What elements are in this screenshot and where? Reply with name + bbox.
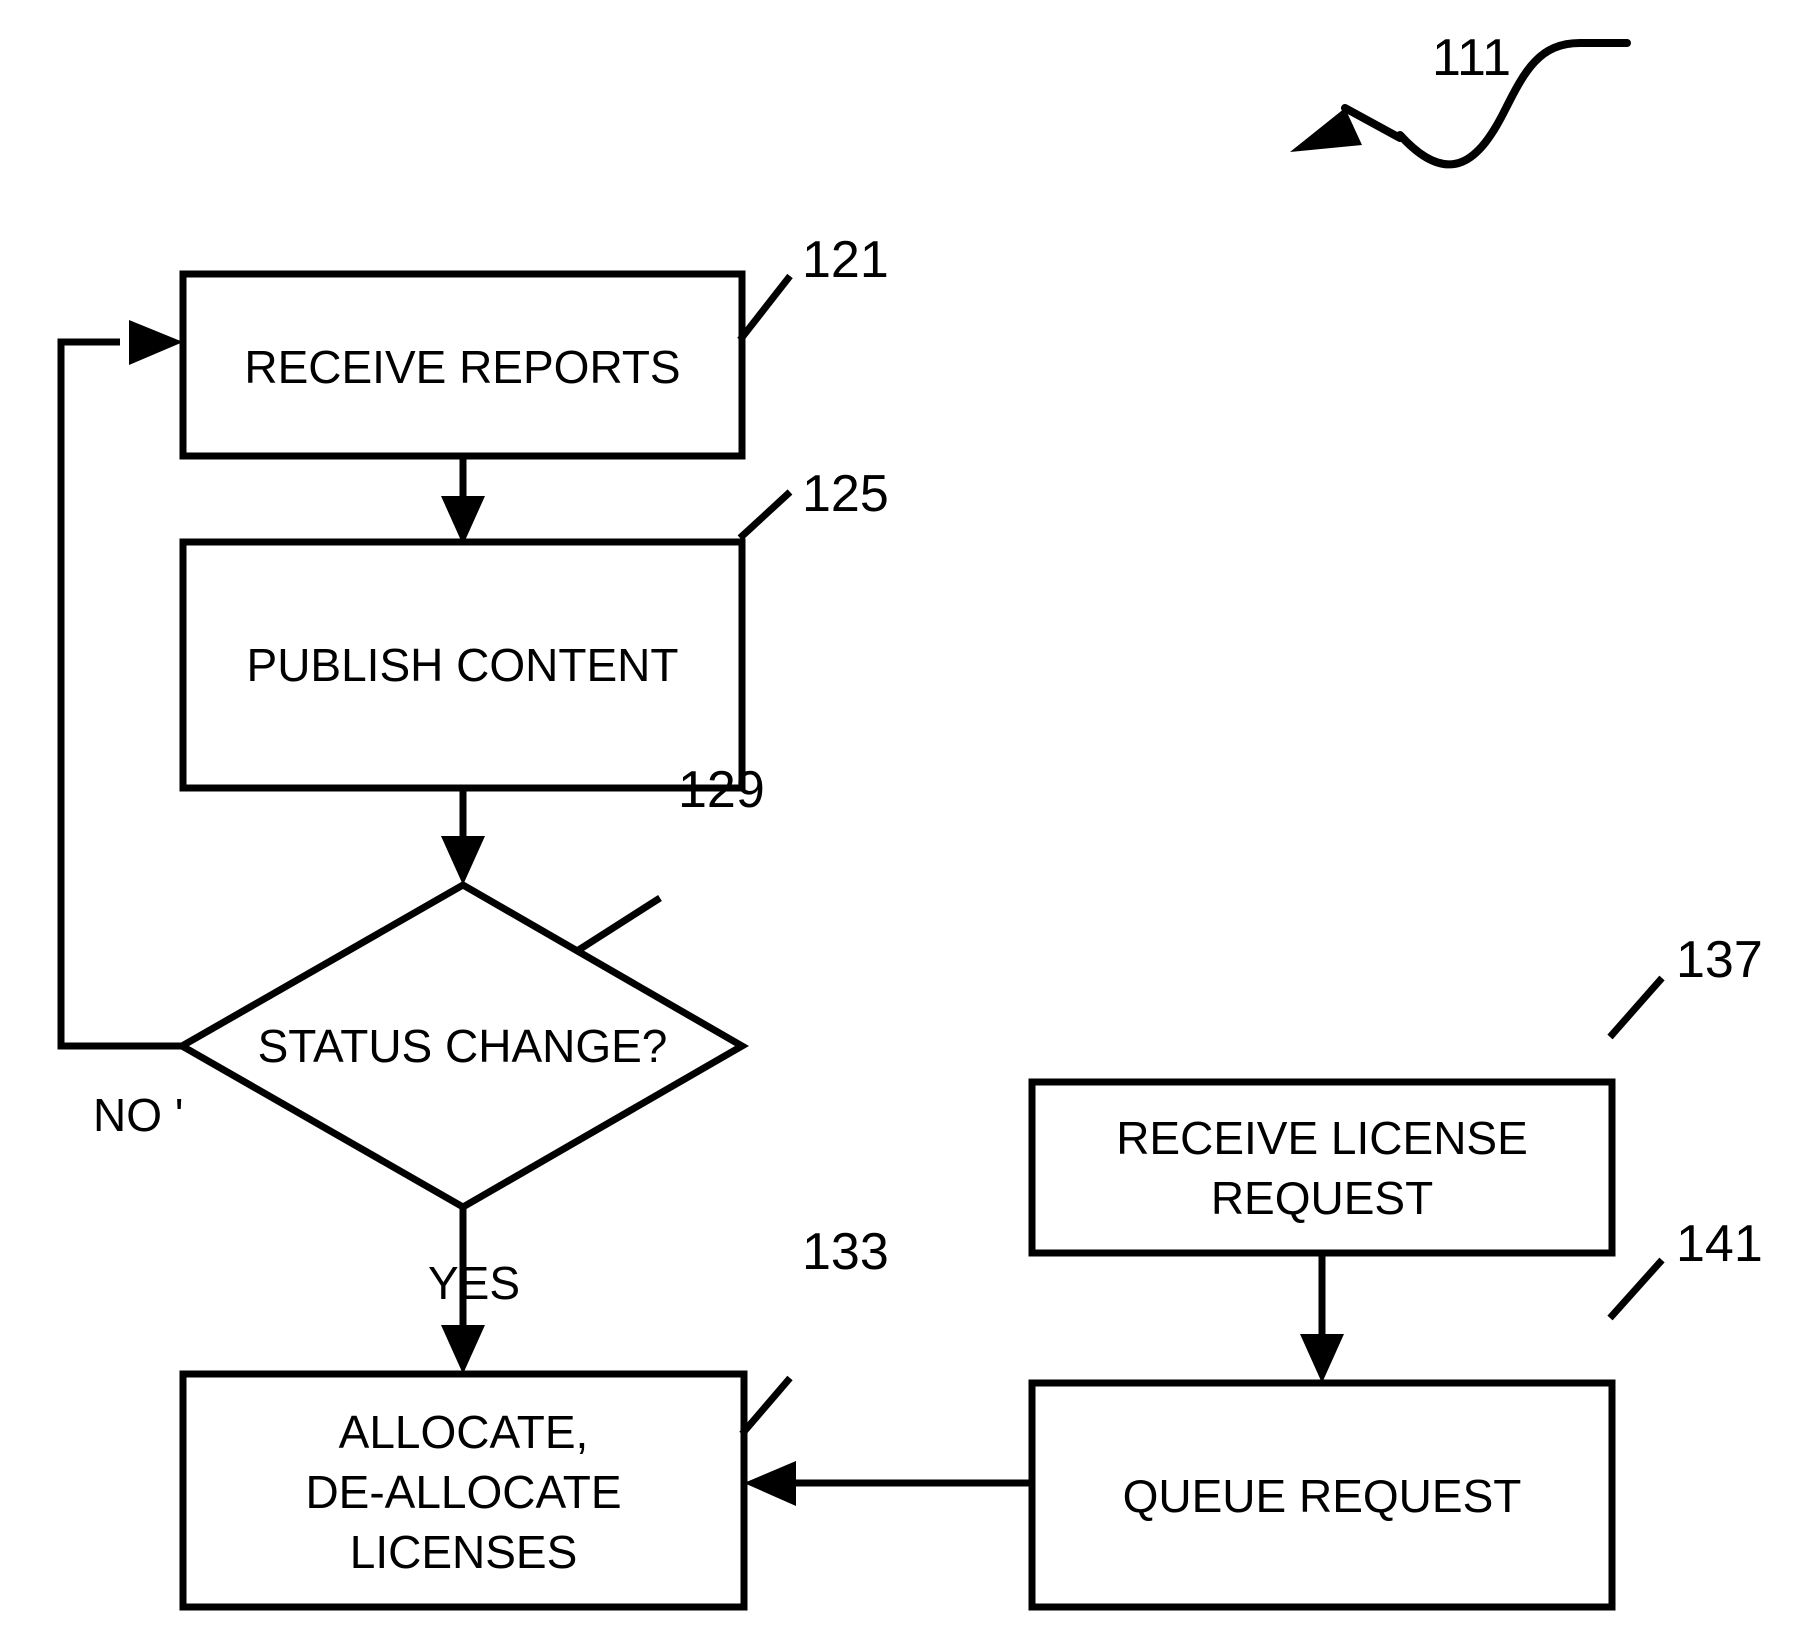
node-ref-133: 133 bbox=[802, 1223, 889, 1281]
node-ref-125: 125 bbox=[802, 465, 889, 523]
node-publish-content bbox=[179, 538, 746, 792]
node-ref-121: 121 bbox=[802, 231, 889, 289]
connector-publish-to-status bbox=[441, 788, 485, 885]
node-ref-129: 129 bbox=[678, 761, 765, 819]
figure-ref-111: 111 bbox=[1432, 29, 1512, 87]
connector-license-request-to-queue bbox=[1300, 1253, 1344, 1383]
leader-line-133 bbox=[739, 1375, 793, 1437]
connector-status-no-feedback bbox=[57, 320, 183, 1050]
flowchart-canvas bbox=[57, 39, 1665, 1611]
leader-line-137 bbox=[1607, 975, 1665, 1040]
node-queue-request bbox=[1028, 1379, 1616, 1611]
leader-line-121 bbox=[737, 273, 793, 343]
node-ref-137: 137 bbox=[1676, 931, 1763, 989]
node-receive-license-request bbox=[1028, 1078, 1616, 1257]
flowchart-figure: RECEIVE REPORTS PUBLISH CONTENT STATUS C… bbox=[0, 0, 1802, 1634]
leader-line-129 bbox=[575, 895, 662, 954]
node-allocate-licenses bbox=[179, 1370, 748, 1611]
node-status-change bbox=[174, 880, 750, 1212]
node-receive-reports bbox=[179, 270, 746, 460]
leader-line-141 bbox=[1607, 1257, 1665, 1321]
edge-label-no: NO ' bbox=[93, 1089, 184, 1141]
connector-reports-to-publish bbox=[441, 456, 485, 545]
connector-queue-to-allocate bbox=[744, 1461, 1032, 1506]
edge-label-yes: YES bbox=[428, 1257, 521, 1309]
leader-line-125 bbox=[737, 489, 793, 541]
node-ref-141: 141 bbox=[1676, 1215, 1763, 1273]
